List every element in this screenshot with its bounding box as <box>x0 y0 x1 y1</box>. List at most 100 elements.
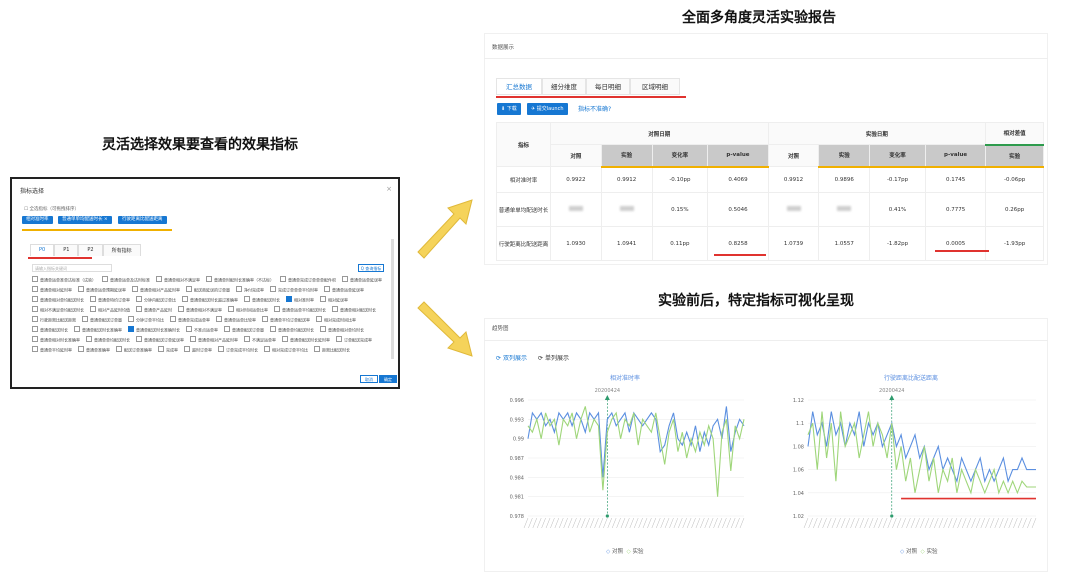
metric-option[interactable]: 行驶距离比配送距离 <box>32 316 76 324</box>
metric-option[interactable]: 普通单配送时长 <box>244 296 280 304</box>
tab-summary[interactable]: 汇总数据 <box>496 78 542 95</box>
tab-segment[interactable]: 细分维度 <box>542 78 586 95</box>
x-tick-label <box>948 517 953 529</box>
metric-option[interactable]: 普通单相对延时率 <box>32 286 72 294</box>
double-column-toggle[interactable]: ⟳ 双列展示 <box>496 353 527 362</box>
tab-region[interactable]: 区域明细 <box>630 78 680 95</box>
ok-button[interactable]: 确定 <box>379 375 397 383</box>
metric-option[interactable]: 普通单配送订单延误率 <box>136 336 184 344</box>
metric-option[interactable]: 普通单配送时长超过准确率 <box>182 296 238 304</box>
metric-option[interactable]: 普通单运单延误率 <box>342 276 382 284</box>
metric-option[interactable]: 普通单相对产品延时率 <box>190 336 238 344</box>
metric-option[interactable]: 普通单时配时长准确率（不达标） <box>206 276 274 284</box>
metric-option[interactable]: 相对完成订单平均比 <box>264 346 308 354</box>
x-tick-label <box>957 517 962 529</box>
metric-option[interactable]: 普通单配送时长准确率 <box>74 326 122 334</box>
metric-option[interactable]: 超时订单率 <box>184 346 212 354</box>
x-tick-label <box>704 517 709 529</box>
tab-p0[interactable]: P0 <box>30 244 55 256</box>
x-tick-label <box>827 517 832 529</box>
metric-option[interactable]: 普通单产品延时 <box>136 306 172 314</box>
x-tick-label <box>673 517 679 529</box>
metric-option[interactable]: 普通单单均配送时长 <box>86 336 130 344</box>
select-all-checkbox[interactable]: ☐ 全选指标（可拖拽排序） <box>24 206 79 212</box>
metric-option[interactable]: 不准点运单率 <box>186 326 218 334</box>
metric-option[interactable]: 完成订单单单平均时率 <box>270 286 318 294</box>
y-tick-label: 1.04 <box>793 491 804 497</box>
highlight-underline <box>935 250 989 252</box>
cell: 0.9912 <box>767 166 820 193</box>
selected-tag[interactable]: 普通单单均配送时长 × <box>58 216 112 224</box>
metric-option[interactable]: 普通单准确率 <box>78 346 110 354</box>
inaccurate-link[interactable]: 指标不准确? <box>578 104 611 113</box>
selected-tag[interactable]: 行驶距离比配送距离 <box>118 216 167 224</box>
metric-option[interactable]: 不满足运单率 <box>244 336 276 344</box>
metric-option[interactable]: 订单配送完成率 <box>336 336 372 344</box>
metric-option[interactable]: 普通单相对不满足率 <box>178 306 222 314</box>
metric-option[interactable]: 普通单运单及达时标准 <box>102 276 150 284</box>
metric-option[interactable]: 相对时间运单比率 <box>228 306 268 314</box>
metric-option[interactable]: 普通单特约订单率 <box>90 296 130 304</box>
tab-all[interactable]: 所有指标 <box>102 244 141 256</box>
cell: -0.17pp <box>869 166 926 193</box>
metric-option[interactable]: 普通单相对单均时长 <box>320 326 364 334</box>
search-input[interactable]: 请输入指标关键词 <box>32 264 112 272</box>
metric-option[interactable]: 相对完成时间比率 <box>316 316 356 324</box>
metric-option[interactable]: 普通单运单延误率 <box>324 286 364 294</box>
metric-option[interactable]: 普通单相对单均配送时长 <box>32 296 84 304</box>
metric-option[interactable]: 相对产品延时均值 <box>90 306 130 314</box>
metric-select-dialog: 指标选择 × ☐ 全选指标（可拖拽排序） 相对准时率 普通单单均配送时长 × 行… <box>10 177 400 389</box>
metric-option[interactable]: 普通单配送订单量 <box>224 326 264 334</box>
legend: ◇ 对照 ◇ 实验 <box>606 547 644 555</box>
x-tick-label <box>532 517 538 529</box>
metric-option[interactable]: 普通单相对时长准确率 <box>32 336 80 344</box>
metric-option[interactable]: 普通单相对产品延时率 <box>132 286 180 294</box>
metric-option[interactable]: 分钟订单平均比 <box>128 316 164 324</box>
metric-option[interactable]: 普通单运单准单达标准（试验） <box>32 276 96 284</box>
metric-option[interactable]: 普通单运单平均配送时长 <box>274 306 326 314</box>
metric-option[interactable]: 普通单平均延时率 <box>32 346 72 354</box>
metric-option[interactable]: 配送商延误的订单量 <box>186 286 230 294</box>
metric-option[interactable]: 完成率 <box>158 346 178 354</box>
metric-option[interactable]: 相对准时率 <box>286 296 314 304</box>
metric-option[interactable]: 净付完成率 <box>236 286 264 294</box>
metric-option[interactable]: 普通单运单比较率 <box>216 316 256 324</box>
tab-p1[interactable]: P1 <box>54 244 79 256</box>
metric-option[interactable]: 普通单配送时长准确时长 <box>128 326 180 334</box>
metric-option[interactable]: 分钟内配送订单比 <box>136 296 176 304</box>
metric-option[interactable]: 普通单配送订单量 <box>82 316 122 324</box>
col-header: p-value <box>707 144 769 168</box>
metric-option[interactable]: 订单完成平均时长 <box>218 346 258 354</box>
metric-option[interactable]: 普通单相对不满足率 <box>156 276 200 284</box>
metric-option[interactable]: 配送订单准确率 <box>116 346 152 354</box>
metric-option[interactable]: 普通单相对配送时长 <box>332 306 376 314</box>
cancel-button[interactable]: 取消 <box>360 375 378 383</box>
metric-option[interactable]: 普通单完成订单单单配件积 <box>280 276 336 284</box>
tab-p2[interactable]: P2 <box>78 244 103 256</box>
selected-tag[interactable]: 相对准时率 <box>22 216 53 224</box>
cell: -1.93pp <box>985 226 1044 261</box>
tab-daily[interactable]: 每日明细 <box>586 78 630 95</box>
metric-option[interactable]: 普通单运单预期延误率 <box>78 286 126 294</box>
x-tick-label <box>878 517 883 529</box>
metric-option[interactable]: 普通单配送时长 <box>32 326 68 334</box>
x-tick-label <box>938 517 944 529</box>
scrollbar[interactable] <box>391 239 394 359</box>
metric-option[interactable]: 普通单配送时长延时率 <box>282 336 330 344</box>
x-tick-label <box>656 517 661 529</box>
download-button[interactable]: ⬇ 下载 <box>497 103 521 115</box>
x-tick-label <box>611 517 617 529</box>
submit-launch-button[interactable]: ✈ 提交launch <box>527 103 568 115</box>
divider <box>484 340 1048 341</box>
single-column-toggle[interactable]: ⟳ 单列展示 <box>538 353 569 362</box>
close-icon[interactable]: × <box>386 185 392 193</box>
cell: 0.9922 <box>550 166 602 193</box>
search-button[interactable]: Q 查询指标 <box>358 264 384 272</box>
metric-option[interactable]: 普通单完成运单率 <box>170 316 210 324</box>
metric-option[interactable]: 距离比配送时长 <box>314 346 350 354</box>
metric-option[interactable]: 普通单单均配送时长 <box>270 326 314 334</box>
metric-option[interactable]: 相对不满足单均配送时长 <box>32 306 84 314</box>
relative-header: 相对差值 <box>985 122 1044 146</box>
metric-option[interactable]: 普通单平均订单配送率 <box>262 316 310 324</box>
metric-option[interactable]: 相对延误率 <box>320 296 348 304</box>
